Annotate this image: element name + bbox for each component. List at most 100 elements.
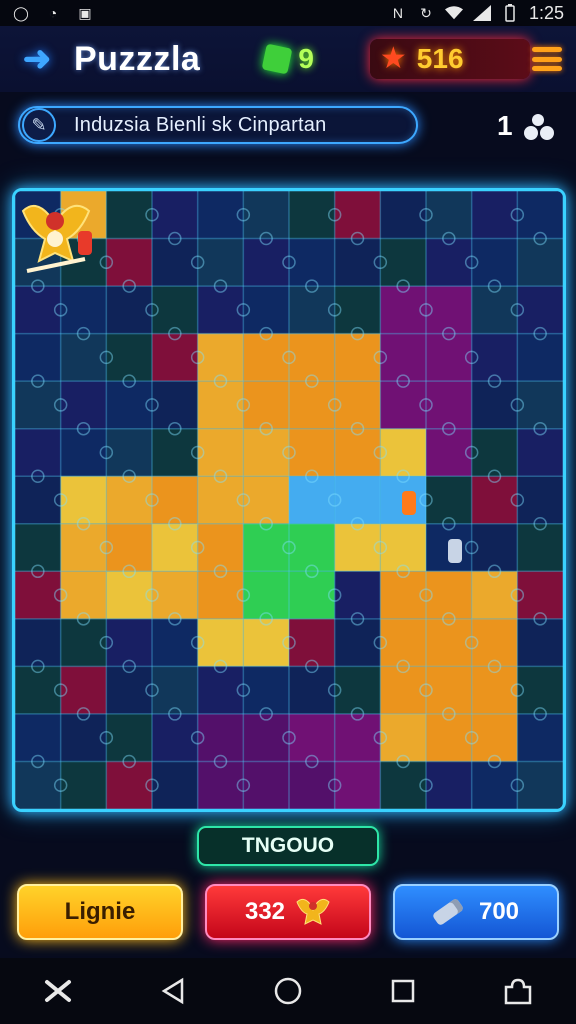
- puzzle-piece[interactable]: [334, 666, 381, 714]
- puzzle-piece[interactable]: [471, 666, 518, 714]
- puzzle-piece[interactable]: [380, 333, 426, 382]
- puzzle-piece[interactable]: [243, 713, 289, 762]
- puzzle-piece[interactable]: [289, 523, 335, 572]
- puzzle-piece[interactable]: [380, 618, 426, 667]
- puzzle-piece[interactable]: [380, 238, 426, 287]
- puzzle-piece[interactable]: [152, 333, 198, 382]
- puzzle-piece[interactable]: [380, 571, 426, 619]
- puzzle-piece[interactable]: [426, 713, 472, 762]
- puzzle-piece[interactable]: [334, 428, 381, 477]
- puzzle-piece[interactable]: [60, 476, 107, 524]
- puzzle-piece[interactable]: [334, 191, 381, 239]
- puzzle-piece[interactable]: [106, 523, 152, 572]
- puzzle-piece[interactable]: [471, 476, 518, 524]
- pencil-icon[interactable]: ✎: [22, 108, 56, 142]
- puzzle-piece[interactable]: [197, 428, 244, 477]
- puzzle-piece[interactable]: [152, 523, 198, 572]
- diamond-item-icon[interactable]: [402, 491, 416, 515]
- puzzle-piece[interactable]: [289, 666, 335, 714]
- puzzle-piece[interactable]: [426, 333, 472, 382]
- puzzle-piece[interactable]: [15, 618, 61, 667]
- puzzle-piece[interactable]: [152, 713, 198, 762]
- puzzle-piece[interactable]: [106, 571, 152, 619]
- puzzle-piece[interactable]: [426, 761, 472, 809]
- puzzle-piece[interactable]: [289, 476, 335, 524]
- puzzle-piece[interactable]: [152, 571, 198, 619]
- puzzle-piece[interactable]: [197, 381, 244, 429]
- puzzle-piece[interactable]: [426, 571, 472, 619]
- puzzle-piece[interactable]: [106, 618, 152, 667]
- nav-home-button[interactable]: [268, 971, 308, 1011]
- puzzle-piece[interactable]: [106, 191, 152, 239]
- puzzle-piece[interactable]: [471, 523, 518, 572]
- puzzle-piece[interactable]: [197, 238, 244, 287]
- puzzle-piece[interactable]: [15, 286, 61, 334]
- bonus-button[interactable]: 332: [205, 884, 371, 940]
- puzzle-piece[interactable]: [289, 286, 335, 334]
- puzzle-piece[interactable]: [152, 618, 198, 667]
- puzzle-piece[interactable]: [152, 238, 198, 287]
- puzzle-piece[interactable]: [471, 238, 518, 287]
- puzzle-piece[interactable]: [152, 666, 198, 714]
- puzzle-piece[interactable]: [334, 333, 381, 382]
- puzzle-piece[interactable]: [197, 618, 244, 667]
- puzzle-piece[interactable]: [289, 428, 335, 477]
- puzzle-piece[interactable]: [60, 666, 107, 714]
- nav-puzzle-button[interactable]: [498, 971, 538, 1011]
- puzzle-piece[interactable]: [289, 761, 335, 809]
- puzzle-grid[interactable]: [15, 191, 563, 809]
- puzzle-piece[interactable]: [517, 761, 563, 809]
- puzzle-piece[interactable]: [334, 381, 381, 429]
- puzzle-piece[interactable]: [517, 618, 563, 667]
- puzzle-piece[interactable]: [471, 618, 518, 667]
- puzzle-piece[interactable]: [60, 428, 107, 477]
- puzzle-piece[interactable]: [243, 523, 289, 572]
- puzzle-piece[interactable]: [152, 761, 198, 809]
- puzzle-piece[interactable]: [334, 286, 381, 334]
- puzzle-piece[interactable]: [517, 523, 563, 572]
- puzzle-piece[interactable]: [289, 333, 335, 382]
- puzzle-piece[interactable]: [471, 713, 518, 762]
- nav-back-button[interactable]: [153, 971, 193, 1011]
- puzzle-info-bar[interactable]: ✎ Induzsia Bienli sk Cinpartan: [18, 106, 418, 144]
- puzzle-piece[interactable]: [243, 761, 289, 809]
- puzzle-piece[interactable]: [106, 476, 152, 524]
- puzzle-piece[interactable]: [380, 761, 426, 809]
- puzzle-piece[interactable]: [380, 523, 426, 572]
- puzzle-piece[interactable]: [380, 713, 426, 762]
- puzzle-piece[interactable]: [289, 571, 335, 619]
- puzzle-piece[interactable]: [471, 428, 518, 477]
- puzzle-piece[interactable]: [243, 476, 289, 524]
- puzzle-piece[interactable]: [197, 286, 244, 334]
- puzzle-piece[interactable]: [197, 476, 244, 524]
- puzzle-piece[interactable]: [60, 381, 107, 429]
- puzzle-piece[interactable]: [471, 381, 518, 429]
- puzzle-piece[interactable]: [60, 571, 107, 619]
- puzzle-piece[interactable]: [243, 618, 289, 667]
- puzzle-piece[interactable]: [60, 618, 107, 667]
- puzzle-piece[interactable]: [152, 476, 198, 524]
- puzzle-piece[interactable]: [106, 333, 152, 382]
- puzzle-piece[interactable]: [60, 523, 107, 572]
- puzzle-piece[interactable]: [106, 761, 152, 809]
- puzzle-piece[interactable]: [15, 761, 61, 809]
- puzzle-piece[interactable]: [60, 333, 107, 382]
- puzzle-piece[interactable]: [517, 476, 563, 524]
- puzzle-piece[interactable]: [60, 286, 107, 334]
- puzzle-piece[interactable]: [15, 523, 61, 572]
- puzzle-piece[interactable]: [15, 713, 61, 762]
- puzzle-piece[interactable]: [289, 713, 335, 762]
- puzzle-piece[interactable]: [334, 618, 381, 667]
- puzzle-piece[interactable]: [15, 428, 61, 477]
- puzzle-piece[interactable]: [60, 761, 107, 809]
- puzzle-piece[interactable]: [106, 238, 152, 287]
- puzzle-piece[interactable]: [243, 333, 289, 382]
- puzzle-piece[interactable]: [197, 191, 244, 239]
- puzzle-piece[interactable]: [517, 428, 563, 477]
- puzzle-piece[interactable]: [517, 238, 563, 287]
- puzzle-piece[interactable]: [426, 476, 472, 524]
- puzzle-piece[interactable]: [152, 428, 198, 477]
- puzzle-piece[interactable]: [517, 381, 563, 429]
- tool-button[interactable]: 700: [393, 884, 559, 940]
- puzzle-piece[interactable]: [380, 428, 426, 477]
